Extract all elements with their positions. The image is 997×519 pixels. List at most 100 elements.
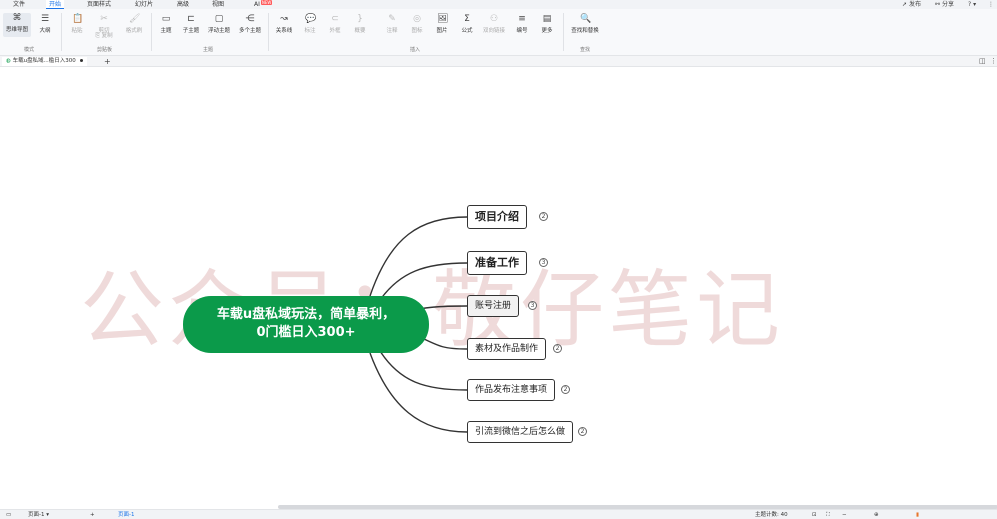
panel-toggle-icon[interactable]: ◫ <box>979 57 986 66</box>
numbering-button[interactable]: ≡ 编号 <box>508 14 536 34</box>
mindmap-icon: ⌘ <box>12 13 22 23</box>
tool-label: 图标 <box>411 28 423 34</box>
menu-slides[interactable]: 幻灯片 <box>132 0 156 9</box>
collapse-count-badge[interactable]: 3 <box>528 301 537 310</box>
fit-view-icon[interactable]: ⊡ <box>812 511 817 519</box>
window-menu-button[interactable]: ⋮ <box>988 0 994 9</box>
mindmap-canvas[interactable]: 公众号：敬仔笔记 车载u盘私域玩法，简单暴利， 0门槛日入300+ 项目介绍 2… <box>0 67 997 507</box>
page-tab[interactable]: 页面-1 <box>118 511 134 519</box>
topic-account-register[interactable]: 账号注册 <box>467 295 520 317</box>
tool-label: 浮动主题 <box>207 28 230 34</box>
topic-material-production[interactable]: 素材及作品制作 <box>467 338 547 360</box>
relation-line-icon: ↝ <box>280 14 288 24</box>
tool-label: 子主题 <box>182 28 200 34</box>
multi-topic-button[interactable]: ⋲ 多个主题 <box>236 14 264 34</box>
relation-line-button[interactable]: ↝ 关系线 <box>270 14 298 34</box>
collapse-count-badge[interactable]: 2 <box>578 427 587 436</box>
share-button[interactable]: ⚯ 分享 <box>935 0 954 9</box>
page-list-icon[interactable]: ▭ <box>6 511 11 519</box>
group-label-mode: 模式 <box>24 47 35 53</box>
document-tab-title: 车载u盘私域...槛日入300 <box>12 58 76 64</box>
mindmap-mode-button[interactable]: ⌘ 思维导图 <box>3 13 31 37</box>
topic-button[interactable]: ▭ 主题 <box>152 14 180 34</box>
collapse-count-badge[interactable]: 2 <box>553 344 562 353</box>
callout-icon: 💬 <box>305 14 317 24</box>
find-replace-icon: 🔍 <box>580 14 592 24</box>
group-label-insert: 插入 <box>410 47 421 53</box>
tool-label: 更多 <box>541 28 553 34</box>
publish-icon: ➚ <box>902 1 908 8</box>
formula-button[interactable]: Σ 公式 <box>453 14 481 34</box>
marker-icon: ◎ <box>413 14 421 24</box>
callout-button[interactable]: 💬 标注 <box>296 14 324 34</box>
publish-label: 发布 <box>908 1 921 8</box>
group-label-topic: 主题 <box>203 47 214 53</box>
topic-preparation[interactable]: 准备工作 <box>467 251 527 275</box>
menu-ai[interactable]: AI NEW <box>251 0 275 9</box>
subtopic-button[interactable]: ⊏ 子主题 <box>177 14 205 34</box>
group-label-clipboard: 剪贴板 <box>97 47 113 53</box>
page-selector-label: 页面-1 <box>28 512 45 518</box>
root-topic-line-2: 0门槛日入300+ <box>256 325 356 340</box>
paste-button[interactable]: 📋 粘贴 <box>63 14 91 34</box>
chevron-down-icon: ▾ <box>973 1 977 8</box>
formula-icon: Σ <box>464 14 470 24</box>
root-topic[interactable]: 车载u盘私域玩法，简单暴利， 0门槛日入300+ <box>183 296 429 353</box>
format-painter-button[interactable]: 🖌 格式刷 <box>120 14 148 34</box>
new-tab-button[interactable]: + <box>104 56 111 67</box>
menu-advanced[interactable]: 高级 <box>174 0 192 9</box>
numbering-icon: ≡ <box>518 14 526 24</box>
summary-icon: } <box>357 14 363 24</box>
menu-page-style[interactable]: 页面样式 <box>84 0 114 9</box>
collapse-count-badge[interactable]: 2 <box>539 212 548 221</box>
bidirectional-link-button[interactable]: ⚇ 双向链接 <box>480 14 508 34</box>
menu-view[interactable]: 视图 <box>209 0 227 9</box>
page-selector[interactable]: 页面-1 ▾ <box>28 511 49 519</box>
boundary-button[interactable]: ⊂ 外框 <box>321 14 349 34</box>
zoom-in-icon[interactable]: ⊕ <box>874 511 879 519</box>
brand-logo-icon: ▮ <box>916 512 920 518</box>
zoom-out-icon[interactable]: − <box>842 511 847 519</box>
document-tab[interactable]: ◍ 车载u盘私域...槛日入300 <box>2 57 87 66</box>
copy-icon: ⎘ <box>95 33 100 39</box>
topic-project-intro[interactable]: 项目介绍 <box>467 205 527 229</box>
note-button[interactable]: ✎ 注释 <box>378 14 406 34</box>
marker-button[interactable]: ◎ 图标 <box>403 14 431 34</box>
more-dots-icon[interactable]: ⋮ <box>990 57 997 66</box>
more-icon: ▤ <box>542 14 552 24</box>
collapse-count-badge[interactable]: 2 <box>561 385 570 394</box>
publish-button[interactable]: ➚ 发布 <box>902 0 921 9</box>
copy-button[interactable]: ⎘ 复制 <box>90 31 118 40</box>
menu-file[interactable]: 文件 <box>10 0 28 9</box>
summary-button[interactable]: } 概要 <box>346 14 374 34</box>
find-replace-button[interactable]: 🔍 查找和替换 <box>566 14 604 34</box>
connector-line <box>379 262 468 301</box>
menu-home[interactable]: 开始 <box>46 0 65 9</box>
tool-label: 复制 <box>101 33 113 39</box>
floating-topic-button[interactable]: ▢ 浮动主题 <box>205 14 233 34</box>
add-page-button[interactable]: + <box>90 511 95 519</box>
paste-icon: 📋 <box>72 14 84 24</box>
mindmap-app: 文件 开始 页面样式 幻灯片 高级 视图 AI NEW ➚ 发布 ⚯ 分享 ? ▾… <box>0 0 997 519</box>
connector-line <box>369 352 468 433</box>
topic-publish-notes[interactable]: 作品发布注意事项 <box>467 379 556 401</box>
share-label: 分享 <box>941 1 954 8</box>
menu-ai-label: AI <box>254 1 260 8</box>
document-icon: ◍ <box>6 58 11 64</box>
group-label-find: 查找 <box>580 47 591 53</box>
image-button[interactable]: 🖼 图片 <box>428 14 456 34</box>
document-tab-strip: ◍ 车载u盘私域...槛日入300 + ◫ ⋮ <box>0 56 997 67</box>
help-button[interactable]: ? ▾ <box>968 0 976 9</box>
topic-wechat-followup[interactable]: 引流到微信之后怎么做 <box>467 421 574 443</box>
format-painter-icon: 🖌 <box>129 14 141 24</box>
fullscreen-icon[interactable]: ⛶ <box>826 511 830 519</box>
root-topic-line-1: 车载u盘私域玩法，简单暴利， <box>216 307 396 322</box>
outline-mode-button[interactable]: ☰ 大纲 <box>31 14 59 34</box>
more-button[interactable]: ▤ 更多 <box>533 14 561 34</box>
tool-label: 双向链接 <box>482 28 505 34</box>
unsaved-dot-icon <box>79 59 83 62</box>
collapse-count-badge[interactable]: 3 <box>539 258 548 267</box>
image-icon: 🖼 <box>437 14 449 24</box>
tool-label: 粘贴 <box>71 28 83 34</box>
ribbon-toolbar: ⌘ 思维导图 ☰ 大纲 模式 📋 粘贴 ✂ 剪切 ⎘ 复制 🖌 格式刷 剪贴板 ▭ 主题 ⊏… <box>0 9 997 56</box>
